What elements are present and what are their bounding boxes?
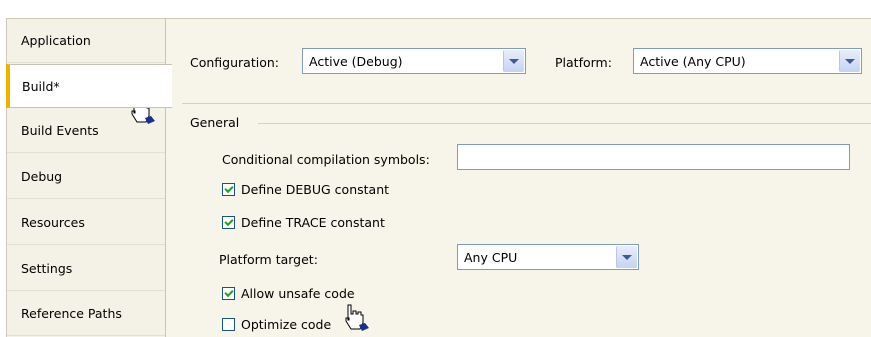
define-trace-checkbox[interactable] bbox=[222, 216, 235, 229]
tab-application[interactable]: Application bbox=[7, 19, 166, 63]
platform-target-value: Any CPU bbox=[464, 250, 518, 265]
chevron-down-icon[interactable] bbox=[503, 50, 524, 72]
build-settings-content: Configuration: Active (Debug) Platform: … bbox=[165, 18, 871, 337]
tab-resources[interactable]: Resources bbox=[7, 201, 166, 245]
configuration-label: Configuration: bbox=[190, 55, 279, 70]
platform-target-label: Platform target: bbox=[219, 252, 318, 267]
allow-unsafe-checkbox[interactable] bbox=[222, 287, 235, 300]
general-section-rule bbox=[258, 123, 871, 124]
platform-label: Platform: bbox=[555, 55, 612, 70]
tab-label: Reference Paths bbox=[21, 306, 122, 321]
conditional-symbols-input[interactable] bbox=[457, 144, 850, 170]
configuration-value: Active (Debug) bbox=[309, 54, 403, 69]
allow-unsafe-label[interactable]: Allow unsafe code bbox=[241, 286, 355, 301]
define-debug-checkbox[interactable] bbox=[222, 183, 235, 196]
optimize-code-label[interactable]: Optimize code bbox=[241, 317, 331, 332]
tab-label: Build Events bbox=[21, 123, 99, 138]
header-separator bbox=[182, 103, 871, 104]
tab-debug[interactable]: Debug bbox=[7, 155, 166, 199]
chevron-down-icon[interactable] bbox=[839, 50, 860, 72]
chevron-down-icon[interactable] bbox=[616, 246, 637, 268]
define-debug-label[interactable]: Define DEBUG constant bbox=[241, 182, 389, 197]
hand-cursor-icon bbox=[345, 304, 369, 331]
section-title-general: General bbox=[190, 115, 240, 130]
tab-label: Resources bbox=[21, 215, 85, 230]
tab-build[interactable]: Build* bbox=[6, 64, 172, 108]
platform-dropdown[interactable]: Active (Any CPU) bbox=[633, 48, 862, 74]
conditional-symbols-label: Conditional compilation symbols: bbox=[222, 152, 430, 167]
tab-label: Settings bbox=[21, 261, 73, 276]
tab-settings[interactable]: Settings bbox=[7, 247, 166, 291]
tab-label: Debug bbox=[21, 169, 63, 184]
tab-label: Application bbox=[21, 33, 91, 48]
sidebar: Application Build* Build Events Debug Re… bbox=[6, 18, 172, 337]
tab-reference-paths[interactable]: Reference Paths bbox=[7, 292, 166, 336]
define-trace-label[interactable]: Define TRACE constant bbox=[241, 215, 385, 230]
optimize-code-checkbox[interactable] bbox=[222, 318, 235, 331]
platform-target-dropdown[interactable]: Any CPU bbox=[457, 244, 639, 270]
tab-label: Build* bbox=[22, 78, 60, 94]
project-properties-panel: Application Build* Build Events Debug Re… bbox=[0, 0, 871, 337]
configuration-dropdown[interactable]: Active (Debug) bbox=[302, 48, 526, 74]
platform-value: Active (Any CPU) bbox=[640, 54, 746, 69]
